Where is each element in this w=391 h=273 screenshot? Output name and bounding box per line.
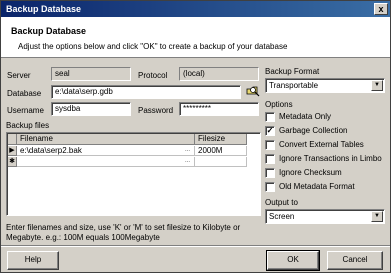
- filename-ellipsis-icon[interactable]: ...: [183, 147, 192, 156]
- dialog-header: Backup Database Adjust the options below…: [1, 17, 390, 58]
- backup-format-label: Backup Format: [265, 67, 320, 76]
- column-header-filename[interactable]: Filename: [17, 134, 195, 145]
- chevron-down-icon[interactable]: ▼: [371, 211, 383, 222]
- server-label: Server: [7, 71, 31, 80]
- option-label: Garbage Collection: [279, 126, 348, 135]
- table-row-filename[interactable]: e:\data\serp2.bak: [17, 146, 195, 156]
- cancel-label: Cancel: [342, 255, 368, 264]
- checkbox[interactable]: [265, 154, 275, 164]
- option-label: Ignore Checksum: [279, 168, 342, 177]
- option-label: Metadata Only: [279, 112, 332, 121]
- close-button[interactable]: x: [374, 3, 388, 15]
- footer-divider: [1, 245, 390, 247]
- header-subtitle: Adjust the options below and click "OK" …: [18, 42, 288, 51]
- new-row-ellipsis-icon[interactable]: ...: [183, 158, 192, 167]
- backup-files-grid[interactable]: Filename Filesize ▶ e:\data\serp2.bak ..…: [6, 132, 261, 216]
- output-select[interactable]: Screen ▼: [265, 209, 385, 224]
- ok-button[interactable]: OK: [266, 250, 320, 271]
- database-browse-button[interactable]: [245, 83, 261, 99]
- close-icon: x: [378, 4, 384, 14]
- new-row-filename[interactable]: [17, 157, 195, 167]
- option-label: Convert External Tables: [279, 140, 364, 149]
- backup-format-select[interactable]: Transportable ▼: [265, 78, 385, 93]
- password-input[interactable]: *********: [179, 102, 259, 116]
- table-row-filesize[interactable]: 2000M: [195, 146, 247, 156]
- grid-corner: [8, 134, 17, 145]
- checkbox[interactable]: [265, 140, 275, 150]
- output-value: Screen: [269, 212, 295, 221]
- output-label: Output to: [265, 198, 298, 207]
- username-input[interactable]: sysdba: [51, 102, 131, 116]
- window-title: Backup Database: [6, 4, 82, 14]
- current-row-indicator: ▶: [8, 146, 17, 156]
- database-input[interactable]: e:\data\serp.gdb: [51, 85, 241, 99]
- checkbox[interactable]: [265, 168, 275, 178]
- database-label: Database: [7, 89, 42, 98]
- new-row-indicator: ✱: [8, 157, 17, 167]
- option-label: Ignore Transactions in Limbo: [279, 154, 382, 163]
- backup-format-value: Transportable: [269, 81, 319, 90]
- ok-label: OK: [287, 255, 299, 264]
- help-label: Help: [24, 255, 42, 264]
- backup-database-dialog: Backup Database x Backup Database Adjust…: [0, 0, 391, 273]
- server-field: seal: [51, 67, 131, 81]
- chevron-down-icon[interactable]: ▼: [371, 80, 383, 91]
- new-row-filesize[interactable]: [195, 157, 247, 167]
- header-title: Backup Database: [11, 26, 87, 36]
- title-bar: Backup Database x: [1, 1, 390, 17]
- help-button[interactable]: Help: [7, 251, 59, 270]
- username-label: Username: [7, 106, 44, 115]
- filesize-hint: Enter filenames and size, use 'K' or 'M'…: [6, 223, 241, 242]
- backup-files-label: Backup files: [6, 121, 50, 130]
- protocol-label: Protocol: [138, 71, 168, 80]
- checkbox[interactable]: [265, 112, 275, 122]
- password-label: Password: [138, 106, 174, 115]
- column-header-filesize[interactable]: Filesize: [195, 134, 247, 145]
- checkbox[interactable]: [265, 182, 275, 192]
- checkbox-checked[interactable]: ✓: [265, 126, 275, 136]
- options-label: Options: [265, 100, 293, 109]
- option-label: Old Metadata Format: [279, 182, 355, 191]
- cancel-button[interactable]: Cancel: [327, 251, 383, 270]
- protocol-field: (local): [179, 67, 259, 81]
- db-folder-icon: [246, 86, 260, 97]
